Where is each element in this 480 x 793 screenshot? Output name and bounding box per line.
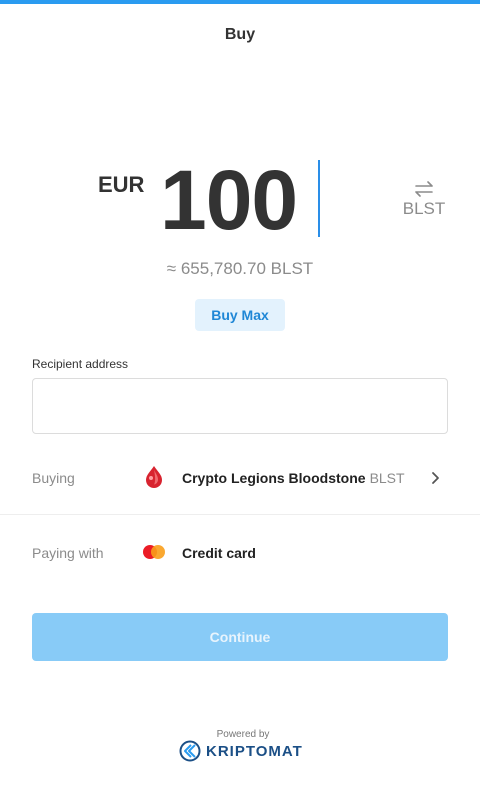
buying-asset-name: Crypto Legions Bloodstone: [182, 470, 366, 486]
bloodstone-token-icon: [146, 466, 162, 488]
powered-by-label: Powered by: [216, 729, 270, 740]
chevron-right-icon: [432, 472, 439, 484]
kriptomat-logo: KRIPTOMAT: [179, 740, 303, 762]
buying-asset: Crypto Legions Bloodstone BLST: [182, 470, 405, 486]
brand-name: KRIPTOMAT: [206, 742, 303, 760]
buying-label: Buying: [32, 470, 75, 486]
fiat-currency-label: EUR: [98, 172, 145, 197]
amount-input[interactable]: 100: [160, 155, 298, 245]
mastercard-icon: [143, 545, 165, 559]
page-title: Buy: [224, 26, 256, 43]
recipient-address-input[interactable]: [32, 378, 448, 434]
continue-button[interactable]: Continue: [32, 613, 448, 661]
paying-with-label: Paying with: [32, 545, 104, 561]
converted-amount: ≈ 655,780.70 BLST: [166, 259, 314, 278]
swap-arrows-icon: [415, 181, 433, 197]
amount-entry: EUR 100 BLST: [0, 155, 480, 245]
payment-method-row: Paying with Credit card: [0, 529, 480, 577]
recipient-address-label: Recipient address: [32, 357, 129, 371]
top-accent-bar: [0, 0, 480, 4]
buy-max-button[interactable]: Buy Max: [195, 299, 285, 331]
section-divider: [0, 514, 480, 515]
text-caret: [318, 160, 320, 237]
buying-asset-ticker: BLST: [369, 470, 405, 486]
payment-method: Credit card: [182, 545, 256, 561]
kriptomat-logo-icon: [179, 740, 201, 762]
swap-currency-label: BLST: [402, 199, 446, 218]
buying-selector[interactable]: Buying Crypto Legions Bloodstone BLST: [0, 454, 480, 502]
swap-currency-button[interactable]: BLST: [398, 181, 450, 219]
